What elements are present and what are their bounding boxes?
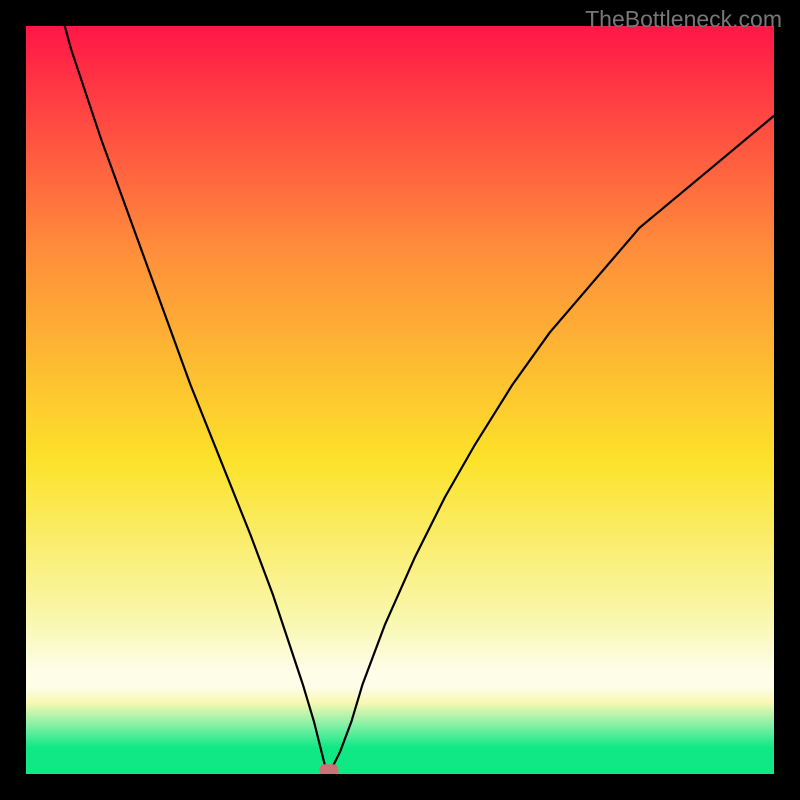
bottleneck-chart: [0, 0, 800, 800]
plot-area: [26, 0, 774, 776]
watermark: TheBottleneck.com: [585, 6, 782, 33]
